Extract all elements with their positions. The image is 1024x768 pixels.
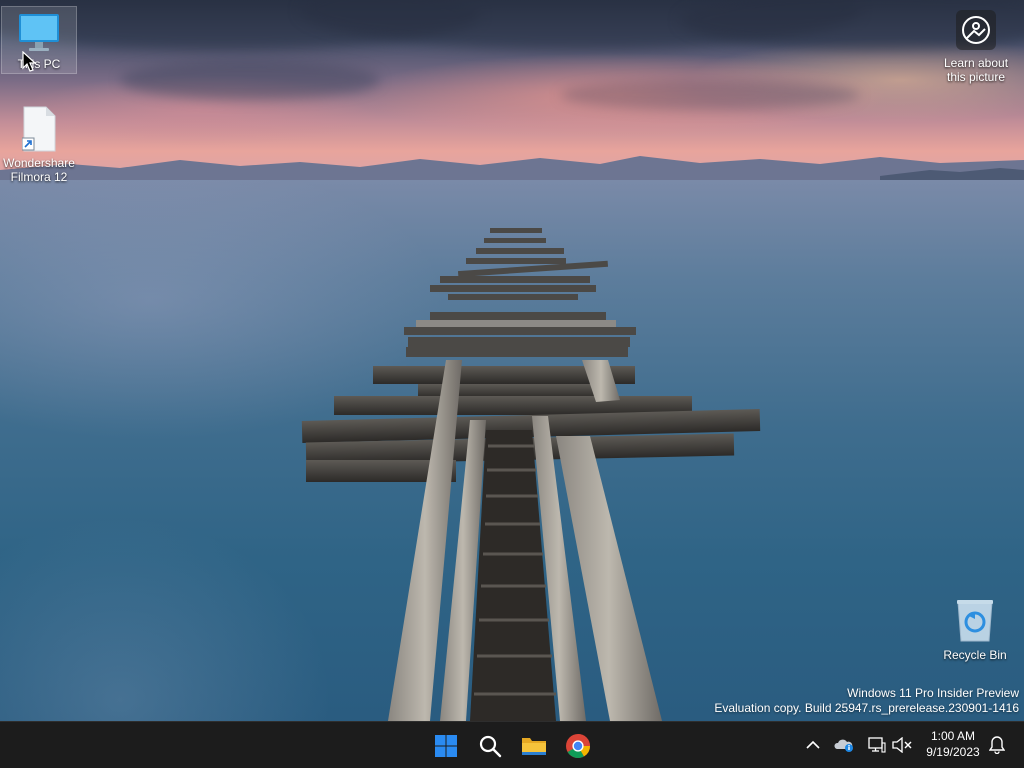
learn-about-picture[interactable]: Learn about this picture bbox=[940, 10, 1012, 84]
learn-about-picture-label: Learn about this picture bbox=[943, 56, 1009, 84]
network-icon bbox=[868, 737, 886, 753]
this-pc-icon bbox=[18, 13, 60, 53]
os-watermark: Windows 11 Pro Insider Preview Evaluatio… bbox=[714, 686, 1019, 716]
show-hidden-icons-button[interactable] bbox=[802, 734, 824, 756]
recycle-bin-icon bbox=[955, 598, 995, 642]
notification-bell-icon bbox=[989, 736, 1005, 754]
filmora-shortcut-icon bbox=[21, 106, 56, 152]
desktop-icon-label: Wondershare Filmora 12 bbox=[3, 156, 75, 184]
folder-icon bbox=[522, 738, 546, 755]
windows-start-icon bbox=[435, 735, 457, 757]
volume-tray-button[interactable] bbox=[891, 734, 913, 756]
taskbar-clock[interactable]: 1:00 AM 9/19/2023 bbox=[920, 728, 986, 760]
onedrive-tray-button[interactable] bbox=[833, 734, 855, 756]
desktop-wallpaper bbox=[0, 0, 1024, 721]
desktop-icon-recycle-bin[interactable]: Recycle Bin bbox=[937, 596, 1013, 662]
volume-muted-icon bbox=[892, 737, 912, 753]
notifications-button[interactable] bbox=[986, 734, 1008, 756]
watermark-line-build: Evaluation copy. Build 25947.rs_prerelea… bbox=[714, 701, 1019, 715]
network-tray-button[interactable] bbox=[866, 734, 888, 756]
onedrive-icon bbox=[834, 739, 853, 752]
clock-date: 9/19/2023 bbox=[926, 745, 980, 759]
chrome-button[interactable] bbox=[560, 728, 596, 764]
desktop-icon-filmora[interactable]: Wondershare Filmora 12 bbox=[1, 104, 77, 184]
taskbar: 1:00 AM 9/19/2023 bbox=[0, 721, 1024, 768]
file-explorer-button[interactable] bbox=[516, 728, 552, 764]
search-button[interactable] bbox=[472, 728, 508, 764]
watermark-line-edition: Windows 11 Pro Insider Preview bbox=[847, 686, 1019, 700]
desktop-icon-label: This PC bbox=[17, 57, 61, 71]
wallpaper-pier bbox=[301, 228, 761, 721]
start-button[interactable] bbox=[428, 728, 464, 764]
desktop-icon-label: Recycle Bin bbox=[943, 648, 1007, 662]
mouse-cursor-icon bbox=[22, 51, 36, 72]
chrome-icon bbox=[566, 734, 590, 759]
search-icon bbox=[479, 735, 502, 758]
clock-time: 1:00 AM bbox=[930, 729, 976, 743]
desktop-icon-this-pc[interactable]: This PC bbox=[1, 6, 77, 74]
chevron-up-icon bbox=[806, 740, 820, 749]
camera-spotlight-icon bbox=[956, 10, 996, 50]
